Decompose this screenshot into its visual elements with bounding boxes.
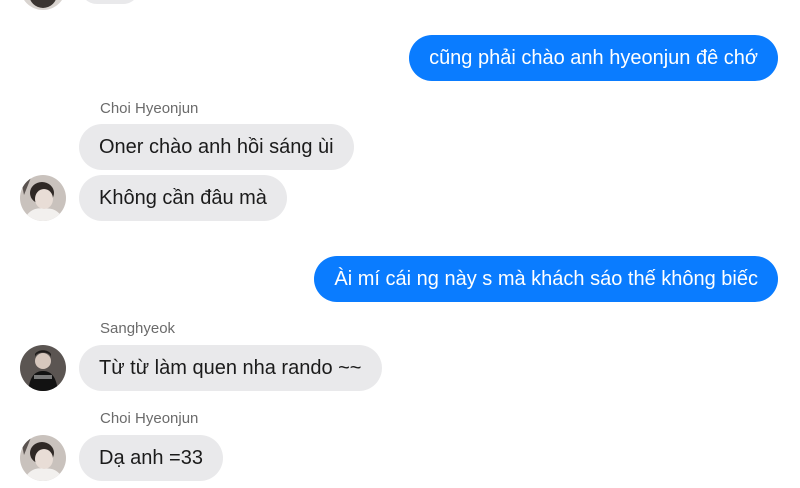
- avatar-choi-hyeonjun-icon[interactable]: [20, 175, 66, 221]
- message-outgoing[interactable]: Ài mí cái ng này s mà khách sáo thế khôn…: [314, 256, 778, 302]
- avatar-choi-hyeonjun-icon[interactable]: [20, 435, 66, 481]
- message-incoming[interactable]: Dạ anh =33: [79, 435, 223, 481]
- sender-name: Sanghyeok: [100, 320, 176, 337]
- message-incoming[interactable]: Từ từ làm quen nha rando ~~: [79, 345, 382, 391]
- message-incoming[interactable]: Oner chào anh hồi sáng ùi: [79, 124, 354, 170]
- sender-name: Choi Hyeonjun: [100, 410, 199, 427]
- message-incoming[interactable]: Không cần đâu mà: [79, 175, 287, 221]
- avatar-sanghyeok-icon[interactable]: [20, 345, 66, 391]
- bubble-top-partial: [80, 0, 140, 4]
- avatar-top-partial[interactable]: [20, 0, 66, 10]
- sender-name: Choi Hyeonjun: [100, 100, 199, 117]
- message-outgoing[interactable]: cũng phải chào anh hyeonjun đê chớ: [409, 35, 778, 81]
